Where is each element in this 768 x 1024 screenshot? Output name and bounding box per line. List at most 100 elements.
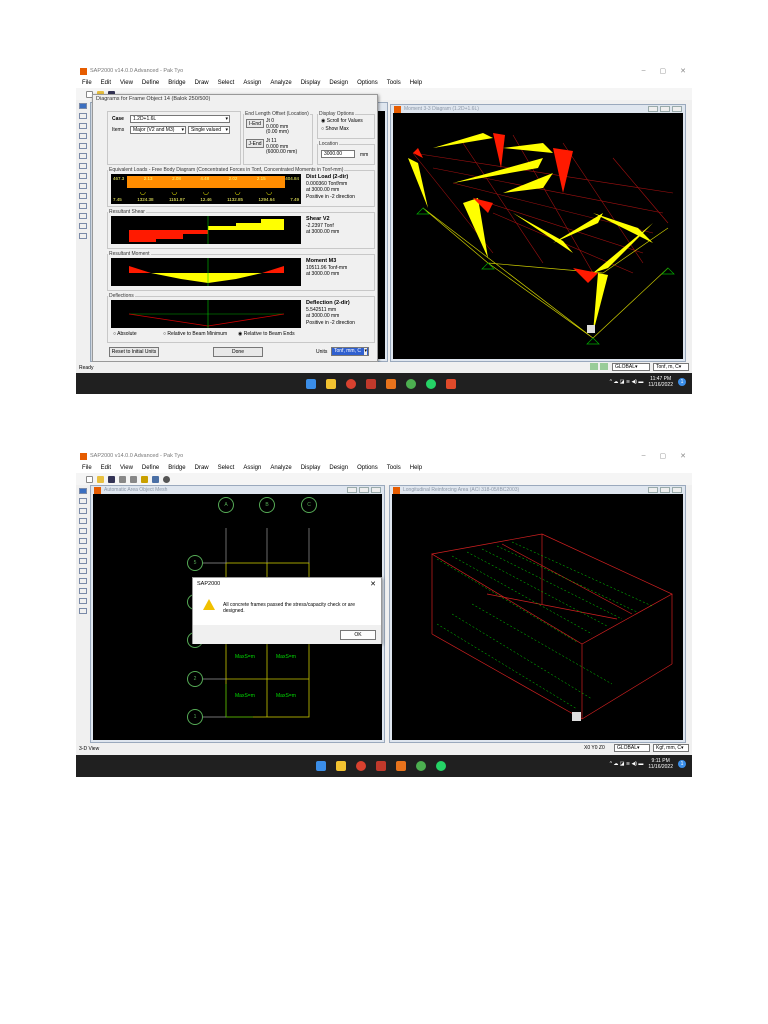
menu-item[interactable]: Analyze: [270, 465, 291, 471]
minimize-icon[interactable]: –: [642, 67, 646, 75]
tool-icon[interactable]: [79, 113, 87, 119]
menu-item[interactable]: Define: [142, 80, 159, 86]
radio-relative-min[interactable]: ○ Relative to Beam Minimum: [163, 331, 227, 338]
tool-icon[interactable]: [79, 153, 87, 159]
close-icon[interactable]: [371, 487, 381, 493]
chrome-profile-icon[interactable]: [416, 761, 426, 771]
menu-item[interactable]: File: [82, 80, 92, 86]
menu-item[interactable]: Define: [142, 465, 159, 471]
arrow-right-icon[interactable]: [600, 363, 608, 370]
units-select[interactable]: Tonf, mm, C ▾: [331, 347, 369, 356]
tool-icon[interactable]: [79, 173, 87, 179]
arrow-left-icon[interactable]: [590, 363, 598, 370]
maximize-icon[interactable]: ▢: [660, 452, 667, 460]
tool-icon[interactable]: [79, 193, 87, 199]
tool-icon[interactable]: [79, 538, 87, 544]
pointer-tool-icon[interactable]: [79, 103, 87, 109]
menu-item[interactable]: File: [82, 465, 92, 471]
notification-badge[interactable]: 1: [678, 760, 686, 768]
menu-item[interactable]: Assign: [243, 80, 261, 86]
open-icon[interactable]: [97, 475, 104, 483]
units-select[interactable]: Tonf, m, C▾: [653, 363, 689, 371]
close-icon[interactable]: ✕: [370, 580, 376, 588]
autocad-icon[interactable]: [366, 378, 376, 389]
3d-moment-view[interactable]: [393, 113, 683, 359]
location-input[interactable]: 3000.00: [321, 150, 355, 158]
tool-icon[interactable]: [79, 588, 87, 594]
chrome-icon[interactable]: [346, 378, 356, 389]
menu-item[interactable]: Draw: [195, 465, 209, 471]
radio-absolute[interactable]: ○ Absolute: [113, 331, 137, 338]
menu-item[interactable]: Assign: [243, 465, 261, 471]
windows-start-icon[interactable]: [306, 378, 316, 389]
pointer-tool-icon[interactable]: [79, 488, 87, 494]
tool-icon[interactable]: [79, 203, 87, 209]
menu-item[interactable]: Draw: [195, 80, 209, 86]
coord-system-select[interactable]: GLOBAL▾: [612, 363, 650, 371]
tool-icon[interactable]: [79, 133, 87, 139]
menu-item[interactable]: Options: [357, 465, 378, 471]
units-select[interactable]: Kgf, mm, C▾: [653, 744, 689, 752]
menu-item[interactable]: Display: [301, 80, 321, 86]
tool-icon[interactable]: [79, 163, 87, 169]
items-select[interactable]: Major (V2 and M3) ▾: [130, 126, 186, 134]
3d-reinforcing-view[interactable]: [392, 494, 683, 740]
menu-item[interactable]: Edit: [101, 80, 111, 86]
tool-icon[interactable]: [79, 498, 87, 504]
menu-item[interactable]: Select: [218, 80, 235, 86]
menu-item[interactable]: Select: [218, 465, 235, 471]
tool-icon[interactable]: [79, 233, 87, 239]
menu-item[interactable]: Bridge: [168, 465, 185, 471]
zoom-icon[interactable]: [163, 475, 170, 483]
minimize-icon[interactable]: [648, 106, 658, 112]
tool-icon[interactable]: [79, 528, 87, 534]
maximize-icon[interactable]: ▢: [660, 67, 667, 75]
menu-item[interactable]: Bridge: [168, 80, 185, 86]
tool-icon[interactable]: [79, 183, 87, 189]
restore-icon[interactable]: [660, 106, 670, 112]
menu-item[interactable]: View: [120, 465, 133, 471]
file-explorer-icon[interactable]: [326, 378, 336, 389]
tool-icon[interactable]: [79, 213, 87, 219]
menu-item[interactable]: Edit: [101, 465, 111, 471]
ok-button[interactable]: OK: [340, 630, 376, 640]
menu-item[interactable]: Tools: [387, 80, 401, 86]
restore-icon[interactable]: [359, 487, 369, 493]
file-explorer-icon[interactable]: [336, 761, 346, 771]
close-icon[interactable]: ✕: [680, 67, 686, 75]
new-icon[interactable]: [86, 475, 93, 483]
menu-item[interactable]: Display: [301, 465, 321, 471]
undo-icon[interactable]: [119, 475, 126, 483]
menu-item[interactable]: Help: [410, 80, 422, 86]
tool-icon[interactable]: [79, 223, 87, 229]
radio-relative-ends[interactable]: ◉ Relative to Beam Ends: [238, 331, 295, 338]
restore-icon[interactable]: [660, 487, 670, 493]
tool-icon[interactable]: [79, 123, 87, 129]
menu-item[interactable]: Design: [329, 465, 348, 471]
close-icon[interactable]: [672, 487, 682, 493]
tray-icons[interactable]: ^ ☁ ◪ ≋ ◀) ▬: [610, 761, 644, 767]
tool-icon[interactable]: [79, 518, 87, 524]
save-icon[interactable]: [108, 475, 115, 483]
minimize-icon[interactable]: [347, 487, 357, 493]
whatsapp-icon[interactable]: [426, 378, 436, 389]
chrome-icon[interactable]: [356, 761, 366, 771]
redo-icon[interactable]: [130, 475, 137, 483]
autocad-icon[interactable]: [376, 761, 386, 771]
case-select[interactable]: 1.2D+1.6L ▾: [130, 115, 230, 123]
notification-badge[interactable]: 1: [678, 378, 686, 386]
tray-icons[interactable]: ^ ☁ ◪ ≋ ◀) ▬: [610, 379, 644, 385]
sap2000-taskbar-icon[interactable]: [386, 378, 396, 389]
tool-icon[interactable]: [79, 598, 87, 604]
minimize-icon[interactable]: [648, 487, 658, 493]
tool-icon[interactable]: [79, 578, 87, 584]
lock-icon[interactable]: [152, 475, 159, 483]
i-end-button[interactable]: I-End: [246, 119, 264, 128]
minimize-icon[interactable]: –: [642, 452, 646, 460]
menu-item[interactable]: View: [120, 80, 133, 86]
radio-show-max[interactable]: ○ Show Max: [321, 126, 349, 133]
tool-icon[interactable]: [79, 558, 87, 564]
tool-icon[interactable]: [79, 143, 87, 149]
tool-icon[interactable]: [79, 508, 87, 514]
windows-start-icon[interactable]: [316, 761, 326, 771]
